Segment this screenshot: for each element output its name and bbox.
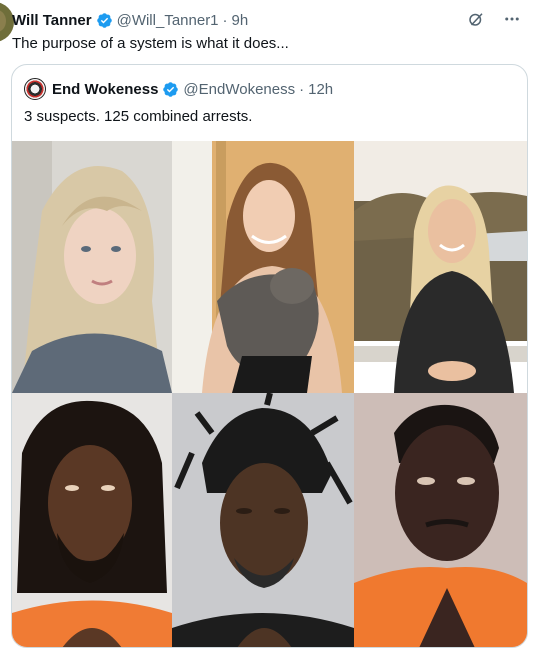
photo-woman-blonde-outdoor[interactable] — [354, 141, 527, 393]
quoted-handle[interactable]: @EndWokeness — [183, 81, 295, 98]
verified-badge-icon — [163, 81, 179, 97]
author-handle[interactable]: @Will_Tanner1 — [117, 12, 219, 29]
photo-woman-blonde-selfie[interactable] — [12, 141, 172, 393]
photo-man-twists-mugshot[interactable] — [172, 393, 354, 647]
header-actions — [466, 9, 522, 29]
quoted-header: End Wokeness @EndWokeness · 12h — [24, 78, 333, 100]
photo-man-dreadlocks-mugshot[interactable] — [12, 393, 172, 647]
quoted-time[interactable]: 12h — [308, 81, 333, 98]
tweet-text: The purpose of a system is what it does.… — [12, 35, 289, 52]
tweet-time[interactable]: 9h — [232, 12, 249, 29]
more-icon[interactable] — [502, 9, 522, 29]
dot-separator: · — [299, 80, 305, 98]
quoted-avatar[interactable] — [24, 78, 46, 100]
author-name[interactable]: Will Tanner — [12, 12, 92, 29]
verified-badge-icon — [96, 12, 112, 28]
quoted-author-name[interactable]: End Wokeness — [52, 81, 158, 98]
photo-woman-holding-cat[interactable] — [172, 141, 354, 393]
photo-man-orange-jumpsuit-mugshot[interactable] — [354, 393, 527, 647]
quoted-tweet[interactable]: End Wokeness @EndWokeness · 12h 3 suspec… — [11, 64, 528, 648]
tweet-header: Will Tanner @Will_Tanner1 · 9h — [12, 11, 248, 29]
dot-separator: · — [222, 11, 228, 29]
quoted-text: 3 suspects. 125 combined arrests. — [24, 108, 253, 125]
photo-grid — [12, 141, 527, 647]
grok-icon[interactable] — [466, 9, 486, 29]
